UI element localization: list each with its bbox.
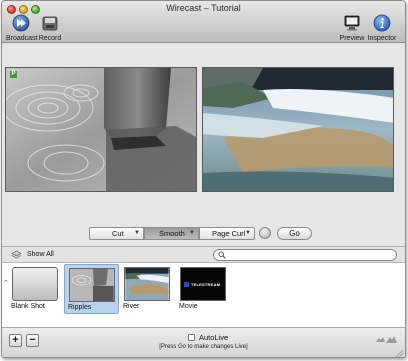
- layers-icon[interactable]: [11, 250, 22, 260]
- shot-list-header: Show All: [2, 246, 405, 263]
- shot-river[interactable]: River: [120, 264, 175, 314]
- preview-button[interactable]: Preview: [339, 14, 365, 42]
- record-disk-icon: [42, 16, 58, 31]
- cut-transition-button[interactable]: Cut ▼: [89, 227, 144, 240]
- telestream-logo-text: TELESTREAM: [191, 282, 221, 287]
- chevron-down-icon: ▼: [189, 230, 195, 236]
- inspector-button[interactable]: Inspector: [366, 14, 398, 42]
- resize-grip-icon[interactable]: [394, 348, 403, 357]
- go-hint-text: [Press Go to make changes Live]: [159, 344, 248, 350]
- shot-list: ⌃ Blank Shot Ripples River TELESTREAM Mo…: [2, 263, 405, 327]
- ripples-thumbnail: [69, 268, 115, 302]
- shot-name: Movie: [179, 303, 198, 310]
- inspector-label: Inspector: [367, 35, 397, 42]
- river-video-frame: [203, 68, 393, 191]
- broadcast-button[interactable]: Broadcast: [6, 14, 38, 42]
- shot-name: Blank Shot: [11, 303, 45, 310]
- blank-shot-thumbnail: [12, 267, 58, 301]
- shot-name: Ripples: [68, 304, 92, 311]
- chevron-down-icon: ▼: [245, 230, 251, 236]
- info-icon: [373, 14, 391, 32]
- window-title: Wirecast – Tutorial: [166, 3, 241, 13]
- cut-label: Cut: [112, 229, 124, 238]
- ripples-video-frame: [6, 68, 196, 191]
- record-button[interactable]: Record: [38, 14, 62, 42]
- autolive-checkbox[interactable]: AutoLive: [188, 333, 228, 342]
- preview-label: Preview: [339, 35, 365, 42]
- pagecurl-transition-button[interactable]: Page Curl ▼: [199, 227, 255, 240]
- preview-monitor[interactable]: P: [5, 67, 197, 192]
- telestream-logo-mark: [184, 282, 189, 287]
- transition-bar: Cut ▼ Smooth ▼ Page Curl ▼ Go: [2, 227, 405, 241]
- show-all-toggle[interactable]: Show All: [27, 251, 54, 258]
- autolive-label: AutoLive: [199, 333, 229, 342]
- smooth-transition-button[interactable]: Smooth ▼: [144, 227, 199, 240]
- live-monitor[interactable]: [202, 67, 394, 192]
- preview-badge: P: [10, 71, 17, 78]
- broadcast-icon: [12, 14, 30, 32]
- bottom-bar: + − AutoLive [Press Go to make changes L…: [2, 327, 405, 357]
- transition-speed-knob[interactable]: [259, 227, 271, 239]
- shot-blank[interactable]: Blank Shot: [8, 264, 63, 314]
- shot-name: River: [123, 303, 140, 310]
- shot-search-field[interactable]: [213, 249, 397, 261]
- pagecurl-label: Page Curl: [212, 229, 246, 238]
- checkbox-box[interactable]: [188, 334, 195, 341]
- movie-thumbnail: TELESTREAM: [180, 267, 226, 301]
- wirecast-window: Wirecast – Tutorial Broadcast Record Pre…: [1, 0, 406, 358]
- title-toolbar: Wirecast – Tutorial Broadcast Record Pre…: [2, 1, 405, 43]
- search-input[interactable]: [227, 250, 392, 260]
- search-icon: [218, 251, 226, 259]
- smooth-label: Smooth: [159, 229, 185, 238]
- monitor-area: P: [2, 43, 405, 246]
- shot-ripples[interactable]: Ripples: [64, 264, 119, 314]
- shot-movie[interactable]: TELESTREAM Movie: [176, 264, 231, 314]
- large-thumbnail-size-icon[interactable]: [386, 335, 397, 343]
- record-label: Record: [38, 35, 62, 42]
- broadcast-label: Broadcast: [6, 35, 38, 42]
- river-thumbnail: [124, 267, 170, 301]
- go-button[interactable]: Go: [277, 227, 312, 240]
- preview-monitor-icon: [344, 15, 360, 31]
- chevron-down-icon: ▼: [134, 230, 140, 236]
- small-thumbnail-size-icon[interactable]: [376, 336, 385, 342]
